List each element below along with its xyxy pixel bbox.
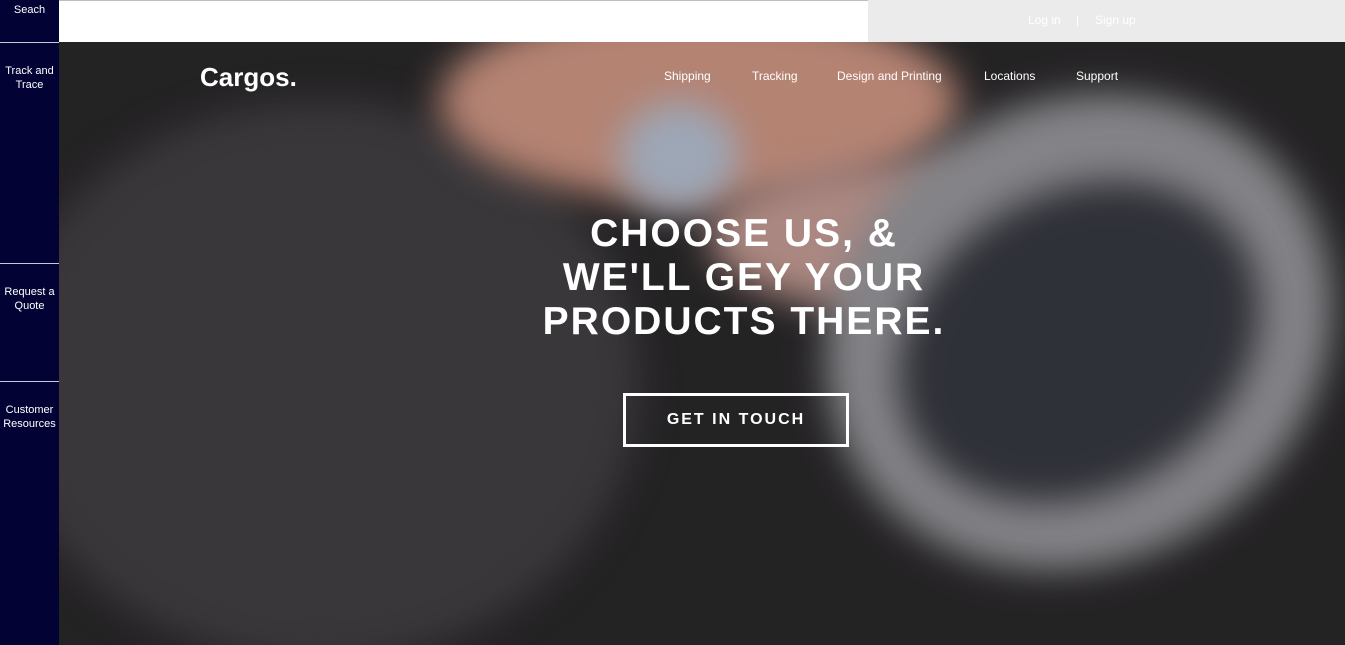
sidebar-item-customer-resources[interactable]: Customer Resources — [0, 403, 59, 431]
hero-headline-line: CHOOSE US, & — [590, 212, 898, 255]
account-bar: Log in | Sign up — [868, 0, 1345, 42]
get-in-touch-button[interactable]: GET IN TOUCH — [623, 393, 849, 447]
nav-design-and-printing[interactable]: Design and Printing — [837, 69, 942, 83]
sidebar-divider — [0, 42, 59, 43]
signup-link[interactable]: Sign up — [1095, 13, 1136, 27]
hero-section: Cargos. Shipping Tracking Design and Pri… — [59, 42, 1345, 645]
hero-headline-line: WE'LL GEY YOUR — [562, 256, 926, 299]
auth-separator: | — [1076, 13, 1080, 27]
nav-tracking[interactable]: Tracking — [752, 69, 798, 83]
sidebar-item-search[interactable]: Seach — [0, 3, 59, 17]
site-logo[interactable]: Cargos. — [200, 62, 297, 93]
hero-headline-line: PRODUCTS THERE. — [542, 300, 946, 343]
login-link[interactable]: Log in — [1028, 13, 1061, 27]
sidebar-divider — [0, 381, 59, 382]
sidebar-divider — [0, 263, 59, 264]
sidebar: Seach Track and Trace Request a Quote Cu… — [0, 0, 59, 645]
sidebar-item-request-quote[interactable]: Request a Quote — [0, 285, 59, 313]
sidebar-item-track-and-trace[interactable]: Track and Trace — [0, 64, 59, 92]
hero-headline: CHOOSE US, & WE'LL GEY YOUR PRODUCTS THE… — [479, 212, 1009, 344]
nav-shipping[interactable]: Shipping — [664, 69, 711, 83]
nav-support[interactable]: Support — [1076, 69, 1118, 83]
nav-locations[interactable]: Locations — [984, 69, 1035, 83]
top-search-bar[interactable] — [59, 0, 868, 42]
